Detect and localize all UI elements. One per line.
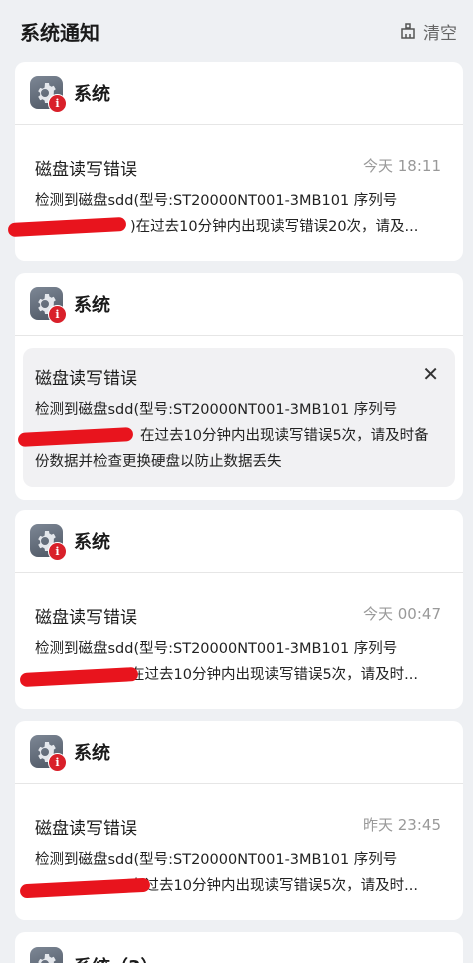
system-app-icon: i xyxy=(30,76,67,113)
system-app-icon: i xyxy=(30,524,67,561)
notification-group: 系统（3） xyxy=(15,932,463,963)
app-name: 系统 xyxy=(74,84,110,105)
notification-title: 磁盘读写错误 xyxy=(35,369,137,389)
clear-button[interactable]: 清空 xyxy=(399,19,457,44)
system-app-icon: i xyxy=(30,287,67,324)
info-badge-icon: i xyxy=(48,305,67,324)
group-header[interactable]: i 系统 xyxy=(15,273,463,336)
page-title: 系统通知 xyxy=(20,20,100,45)
body-line-1: 检测到磁盘sdd(型号:ST20000NT001-3MB101 序列号 xyxy=(35,402,398,418)
info-badge-icon: i xyxy=(48,94,67,113)
broom-icon xyxy=(399,22,417,40)
notification-item-expanded[interactable]: 磁盘读写错误 ✕ 检测到磁盘sdd(型号:ST20000NT001-3MB101… xyxy=(23,348,455,487)
body-line-1: 检测到磁盘sdd(型号:ST20000NT001-3MB101 序列号 xyxy=(35,641,398,657)
app-name: 系统 xyxy=(74,743,110,764)
group-header[interactable]: i 系统 xyxy=(15,510,463,573)
app-name: 系统 xyxy=(74,532,110,553)
clear-label: 清空 xyxy=(423,23,457,44)
gear-icon xyxy=(37,953,56,963)
close-icon[interactable]: ✕ xyxy=(422,364,439,384)
info-badge-icon: i xyxy=(48,753,67,772)
notification-time: 今天 00:47 xyxy=(363,605,441,623)
body-line-3: 份数据并检查更换硬盘以防止数据丢失 xyxy=(35,454,282,470)
notification-time: 昨天 23:45 xyxy=(363,816,441,834)
notification-header: 系统通知 清空 xyxy=(0,0,473,62)
system-app-icon xyxy=(30,947,64,963)
system-app-icon: i xyxy=(30,735,67,772)
body-line-1: 检测到磁盘sdd(型号:ST20000NT001-3MB101 序列号 xyxy=(35,852,398,868)
info-badge-icon: i xyxy=(48,542,67,561)
group-header[interactable]: i 系统 xyxy=(15,721,463,784)
app-name: 系统 xyxy=(74,295,110,316)
app-name: 系统（3） xyxy=(74,953,159,963)
body-line-1: 检测到磁盘sdd(型号:ST20000NT001-3MB101 序列号 xyxy=(35,193,398,209)
group-header[interactable]: 系统（3） xyxy=(15,932,463,963)
group-header[interactable]: i 系统 xyxy=(15,62,463,125)
notification-group: i 系统 磁盘读写错误 ✕ 检测到磁盘sdd(型号:ST20000NT001-3… xyxy=(15,273,463,500)
notification-time: 今天 18:11 xyxy=(363,157,441,175)
